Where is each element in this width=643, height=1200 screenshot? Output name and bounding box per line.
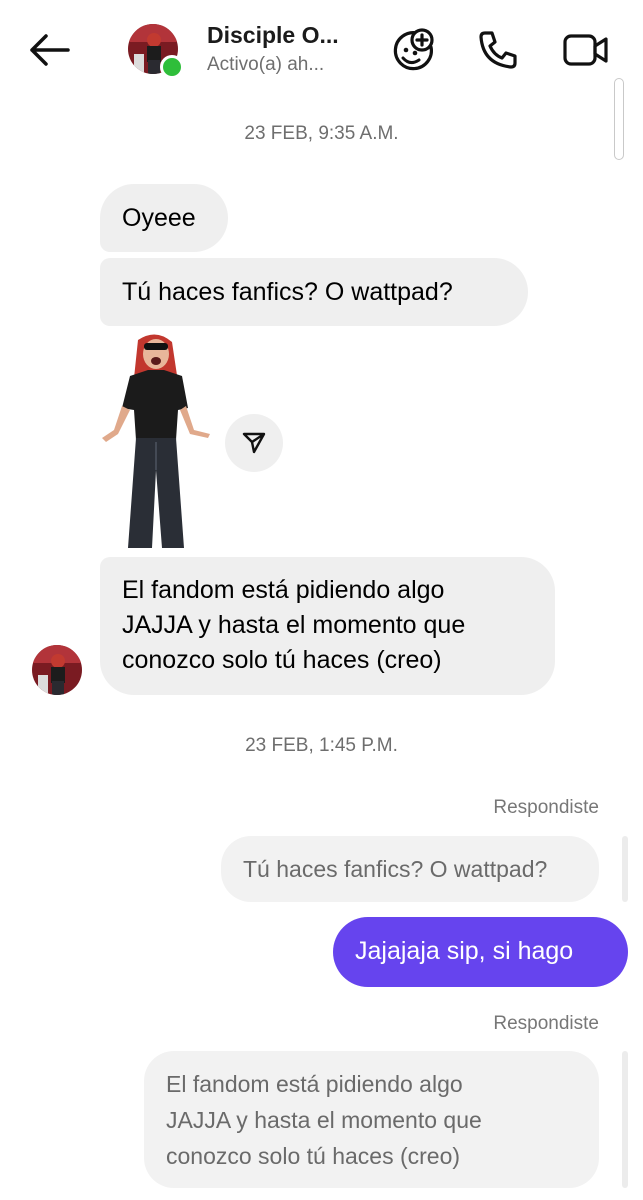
effects-button[interactable] [390, 26, 438, 74]
chat-header: Disciple O... Activo(a) ah... [0, 0, 643, 100]
online-status-dot [160, 55, 184, 79]
replied-label: Respondiste [493, 797, 599, 818]
outgoing-message[interactable]: Jajajaja sip, si hago [333, 917, 628, 987]
phone-icon [479, 31, 517, 69]
scrollbar-thumb[interactable] [614, 78, 624, 160]
message-text: Jajajaja sip, si hago [355, 937, 574, 965]
reply-quote[interactable]: Tú haces fanfics? O wattpad? [221, 836, 599, 902]
call-button[interactable] [474, 26, 522, 74]
reply-indicator-bar [622, 1051, 628, 1188]
message-text-line: JAJJA y hasta el momento que [122, 611, 466, 639]
replied-label: Respondiste [493, 1013, 599, 1034]
reply-quote-line: El fandom está pidiendo algo [166, 1071, 463, 1097]
video-call-button[interactable] [562, 26, 610, 74]
contact-status: Activo(a) ah... [207, 54, 325, 75]
video-camera-icon [563, 34, 608, 66]
reply-quote-line: JAJJA y hasta el momento que [166, 1107, 482, 1133]
timestamp-divider: 23 FEB, 1:45 P.M. [245, 735, 398, 756]
send-icon [242, 432, 266, 454]
message-text: Oyeee [122, 204, 196, 232]
arrow-left-icon [30, 34, 70, 66]
message-text-line: El fandom está pidiendo algo [122, 576, 445, 604]
incoming-message[interactable]: El fandom está pidiendo algo JAJJA y has… [100, 557, 555, 695]
sticker-add-icon [393, 28, 434, 71]
message-text-line: conozco solo tú haces (creo) [122, 646, 442, 674]
sender-avatar[interactable] [32, 645, 82, 695]
incoming-message[interactable]: Oyeee [100, 184, 228, 252]
reply-quote-line: conozco solo tú haces (creo) [166, 1143, 461, 1169]
contact-name[interactable]: Disciple O... [207, 22, 339, 49]
reply-quote[interactable]: El fandom está pidiendo algo JAJJA y has… [144, 1051, 599, 1188]
sticker-image[interactable] [98, 330, 214, 552]
back-button[interactable] [24, 28, 74, 72]
incoming-message[interactable]: Tú haces fanfics? O wattpad? [100, 258, 528, 326]
message-text: Tú haces fanfics? O wattpad? [122, 278, 453, 306]
share-button[interactable] [225, 414, 283, 472]
reply-quote-text: Tú haces fanfics? O wattpad? [243, 856, 548, 882]
timestamp-divider: 23 FEB, 9:35 A.M. [244, 123, 399, 144]
reply-indicator-bar [622, 836, 628, 902]
